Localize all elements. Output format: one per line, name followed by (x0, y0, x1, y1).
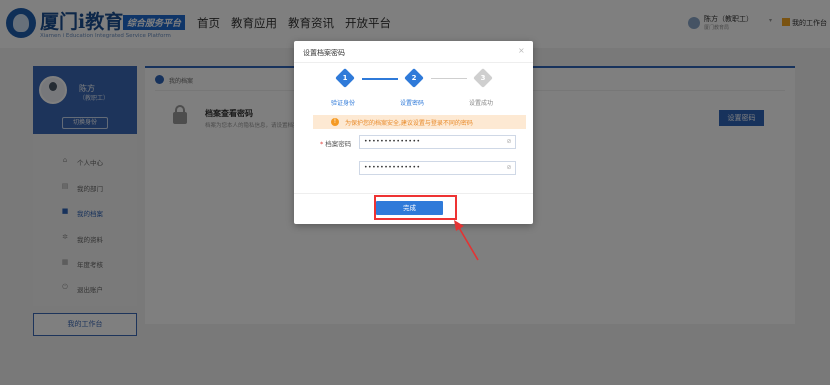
required-mark: * (320, 140, 324, 148)
step-1-icon: 1 (335, 68, 355, 88)
step-number: 3 (480, 74, 486, 82)
password-input[interactable]: •••••••••••••• ⊘ (359, 135, 516, 149)
step-label: 设置密码 (400, 100, 425, 107)
divider (294, 62, 533, 63)
confirm-password-value: •••••••••••••• (364, 164, 421, 171)
warning-icon: ! (331, 118, 339, 126)
annotation-arrow-icon (454, 220, 479, 261)
step-3-icon: 3 (473, 68, 493, 88)
dialog-title: 设置档案密码 (303, 49, 345, 57)
divider (294, 193, 533, 194)
step-number: 1 (342, 74, 348, 82)
eye-icon[interactable]: ⊘ (506, 136, 512, 148)
step-2-icon: 2 (404, 68, 424, 88)
password-label: * 档案密码 (320, 138, 351, 148)
confirm-password-input[interactable]: •••••••••••••• ⊘ (359, 161, 516, 175)
notice-text: 为保护您的档案安全,建议设置与登录不同的密码 (345, 120, 473, 127)
notice-bar: ! 为保护您的档案安全,建议设置与登录不同的密码 (313, 115, 526, 129)
close-icon[interactable]: × (518, 46, 525, 55)
step-label: 设置成功 (469, 100, 494, 107)
step-number: 2 (411, 74, 417, 82)
step-label: 验证身份 (331, 100, 356, 107)
password-value: •••••••••••••• (364, 138, 421, 145)
eye-icon[interactable]: ⊘ (506, 162, 512, 174)
password-label-text: 档案密码 (325, 140, 352, 148)
step-connector (362, 78, 398, 80)
annotation-highlight-box (374, 195, 457, 220)
step-connector (431, 78, 467, 79)
